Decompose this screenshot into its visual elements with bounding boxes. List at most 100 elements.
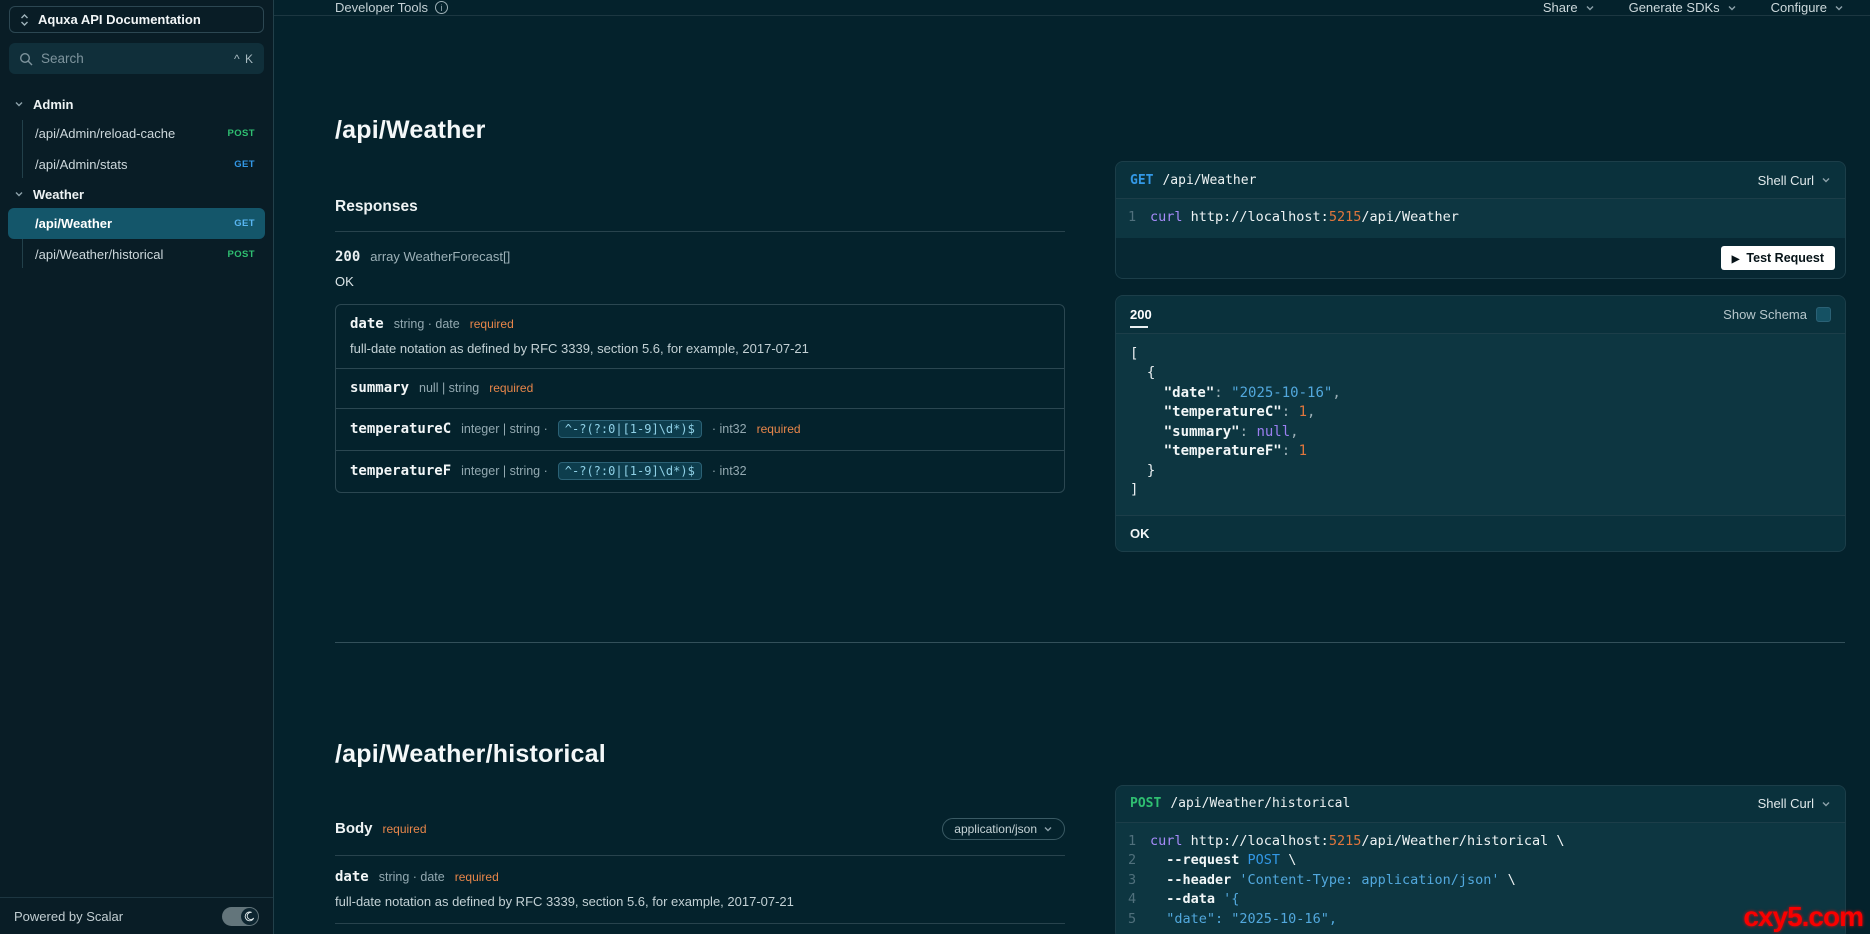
endpoint-path: /api/Weather/historical	[35, 247, 164, 262]
field-format: · int32	[711, 464, 747, 478]
status-type: array WeatherForecast[]	[370, 249, 511, 264]
play-icon	[1732, 251, 1740, 265]
line-number: 1	[1128, 832, 1137, 849]
field-description: full-date notation as defined by RFC 333…	[350, 341, 809, 356]
show-schema-checkbox[interactable]	[1816, 306, 1831, 322]
request-path: /api/Weather/historical	[1170, 796, 1351, 811]
chevron-down-icon	[1834, 3, 1844, 13]
search-shortcut: ^ K	[234, 51, 254, 66]
code-snippet: 1 curl http://localhost: 5215/api/Weather	[1116, 199, 1845, 238]
code-snippet: 1 curl http://localhost: 5215/api/Weather…	[1116, 823, 1845, 934]
request-example-block: POST /api/Weather/historical Shell Curl …	[1115, 784, 1846, 934]
search-input[interactable]	[41, 51, 227, 66]
responses-heading: Responses	[335, 198, 418, 215]
method-badge: POST	[227, 128, 255, 139]
sidebar-footer: Powered by Scalar	[0, 897, 273, 934]
json-value: "2025-10-16"	[1231, 384, 1333, 401]
select-updown-icon	[20, 13, 29, 27]
field-name: date	[335, 868, 369, 885]
json-value: 1	[1298, 404, 1308, 420]
sidebar-section-weather[interactable]: Weather	[8, 180, 265, 208]
client-language-select[interactable]: Shell Curl	[1758, 796, 1831, 811]
response-status-tab[interactable]: 200	[1130, 296, 1152, 333]
method-badge: POST	[227, 249, 255, 260]
line-number: 3	[1128, 871, 1137, 888]
sidebar-section-admin[interactable]: Admin	[8, 90, 265, 118]
search-box[interactable]: ^ K	[9, 43, 264, 74]
code-token: \	[1499, 871, 1516, 888]
field-name: summary	[350, 380, 410, 396]
dark-mode-toggle[interactable]	[222, 906, 259, 926]
sidebar-item-admin-stats[interactable]: /api/Admin/stats GET	[8, 149, 265, 180]
required-badge: required	[489, 381, 534, 395]
field-type: string · date	[393, 317, 460, 331]
code-token: \	[1280, 852, 1297, 868]
sidebar-item-weather[interactable]: /api/Weather GET	[8, 208, 265, 239]
list-item: date string · date required full-date no…	[335, 856, 1065, 924]
json-token: ,	[1307, 404, 1316, 420]
json-key: "temperatureF"	[1163, 443, 1282, 459]
json-key: "summary"	[1163, 423, 1240, 440]
json-token: ,	[1332, 384, 1341, 401]
json-token: ,	[1290, 423, 1299, 440]
json-token: {	[1130, 365, 1156, 381]
json-token: }	[1130, 462, 1156, 479]
chevron-down-icon	[1727, 3, 1737, 13]
endpoint-path: /api/Weather	[35, 216, 113, 231]
page-title: /api/Weather	[335, 116, 486, 144]
json-value: 1	[1298, 443, 1308, 459]
code-token: --header	[1166, 871, 1232, 888]
content-type-select[interactable]: application/json	[942, 817, 1065, 840]
sidebar-title: Aquxa API Documentation	[38, 12, 201, 27]
share-menu[interactable]: Share	[1543, 0, 1595, 15]
json-token: [	[1130, 345, 1139, 362]
code-token: http://localhost:	[1182, 209, 1329, 225]
configure-label: Configure	[1770, 0, 1827, 15]
status-code: 200	[335, 249, 361, 265]
field-type: integer | string ·	[461, 422, 548, 436]
chevron-down-icon	[14, 189, 24, 199]
configure-menu[interactable]: Configure	[1771, 0, 1844, 15]
test-request-button[interactable]: Test Request	[1720, 245, 1835, 270]
developer-tools-label: Developer Tools	[335, 0, 428, 15]
chevron-down-icon	[1043, 824, 1053, 834]
generate-sdks-label: Generate SDKs	[1628, 0, 1720, 15]
required-badge: required	[469, 317, 514, 331]
section-label: Weather	[33, 186, 85, 202]
page-title: /api/Weather/historical	[335, 739, 606, 768]
topbar: Developer Tools Share Generate SDKs Conf…	[274, 0, 1870, 16]
json-value: null	[1256, 423, 1291, 440]
field-type: integer | string ·	[461, 464, 548, 478]
section-label: Admin	[33, 96, 74, 112]
share-label: Share	[1542, 0, 1578, 15]
method-badge: GET	[234, 159, 255, 170]
response-example-block: 200 Show Schema [ { "date": "2025-10-16"…	[1115, 294, 1846, 552]
table-row: summary null | string required	[336, 368, 1064, 408]
content-type-label: application/json	[954, 821, 1037, 836]
regex-pattern-badge: ^-?(?:0|[1-9]\d*)$	[557, 420, 702, 438]
code-token: '{	[1215, 891, 1240, 907]
json-token: :	[1281, 404, 1299, 420]
client-language-select[interactable]: Shell Curl	[1758, 173, 1831, 188]
response-description: OK	[1116, 514, 1845, 551]
json-token: :	[1239, 423, 1257, 440]
chevron-down-icon	[1821, 799, 1831, 809]
api-reference-selector[interactable]: Aquxa API Documentation	[9, 6, 264, 33]
show-schema-label: Show Schema	[1723, 306, 1807, 322]
endpoint-path: /api/Admin/stats	[35, 157, 128, 172]
table-row: temperatureC integer | string · ^-?(?:0|…	[336, 408, 1064, 450]
developer-tools[interactable]: Developer Tools	[335, 0, 448, 15]
request-example-block: GET /api/Weather Shell Curl 1 curl http:…	[1115, 161, 1846, 279]
sidebar-item-weather-historical[interactable]: /api/Weather/historical POST	[8, 239, 265, 270]
generate-sdks-menu[interactable]: Generate SDKs	[1629, 0, 1737, 15]
code-token: POST	[1239, 852, 1281, 868]
sidebar-item-admin-reload-cache[interactable]: /api/Admin/reload-cache POST	[8, 118, 265, 149]
field-type: null | string	[419, 381, 480, 395]
request-path: /api/Weather	[1162, 172, 1257, 188]
